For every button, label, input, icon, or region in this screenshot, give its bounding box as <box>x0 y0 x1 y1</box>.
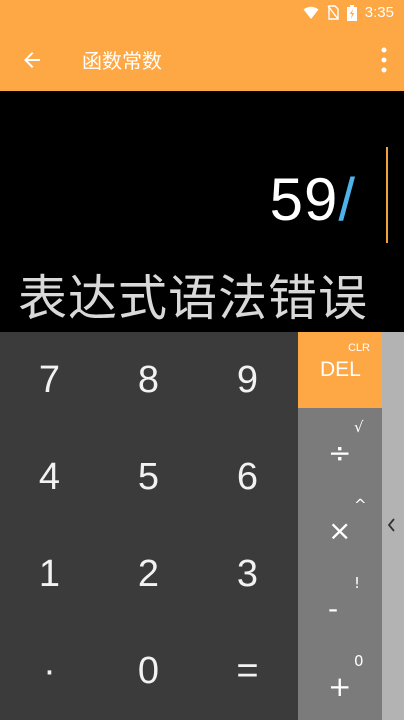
clear-label: CLR <box>347 342 370 354</box>
number-keypad: 7 8 9 4 5 6 1 2 3 · 0 = <box>0 332 298 720</box>
key-decimal[interactable]: · <box>0 623 99 720</box>
key-5[interactable]: 5 <box>99 429 198 526</box>
key-9[interactable]: 9 <box>198 332 297 429</box>
expression-number: 59 <box>269 166 339 233</box>
advanced-panel-handle[interactable] <box>382 332 404 720</box>
power-label: ^ <box>354 496 367 514</box>
status-bar: 3:35 <box>0 0 404 28</box>
key-8[interactable]: 8 <box>99 332 198 429</box>
multiply-label: × <box>328 514 352 547</box>
chevron-left-icon <box>387 518 395 532</box>
divide-button[interactable]: ÷ √ <box>298 408 382 486</box>
display-area: 59/ 表达式语法错误 <box>0 91 404 332</box>
key-4[interactable]: 4 <box>0 429 99 526</box>
key-2[interactable]: 2 <box>99 526 198 623</box>
status-time: 3:35 <box>364 4 394 21</box>
plus-button[interactable]: + 0 <box>298 642 382 720</box>
expression-operator: / <box>338 166 356 233</box>
operator-column: CLR DEL ÷ √ × ^ - ! + 0 <box>298 332 382 720</box>
key-7[interactable]: 7 <box>0 332 99 429</box>
divide-label: ÷ <box>328 436 352 469</box>
key-3[interactable]: 3 <box>198 526 297 623</box>
degree-label: 0 <box>354 652 364 670</box>
plus-label: + <box>328 670 352 703</box>
app-bar: 函数常数 <box>0 28 404 91</box>
arrow-back-icon[interactable] <box>20 48 44 72</box>
expression[interactable]: 59/ <box>270 165 356 234</box>
minus-label: - <box>328 592 339 625</box>
delete-label: DEL <box>320 358 361 381</box>
key-1[interactable]: 1 <box>0 526 99 623</box>
page-title: 函数常数 <box>82 49 162 73</box>
more-vert-icon[interactable] <box>380 47 388 73</box>
key-0[interactable]: 0 <box>99 623 198 720</box>
factorial-label: ! <box>354 574 361 592</box>
text-cursor <box>386 147 388 243</box>
key-6[interactable]: 6 <box>198 429 297 526</box>
multiply-button[interactable]: × ^ <box>298 486 382 564</box>
key-equals[interactable]: = <box>198 623 297 720</box>
wifi-icon <box>303 6 319 19</box>
sqrt-label: √ <box>354 418 364 436</box>
minus-button[interactable]: - ! <box>298 564 382 642</box>
delete-button[interactable]: CLR DEL <box>298 332 382 408</box>
battery-charging-icon <box>346 4 357 21</box>
no-sim-icon <box>327 5 339 20</box>
error-message: 表达式语法错误 <box>18 270 369 327</box>
